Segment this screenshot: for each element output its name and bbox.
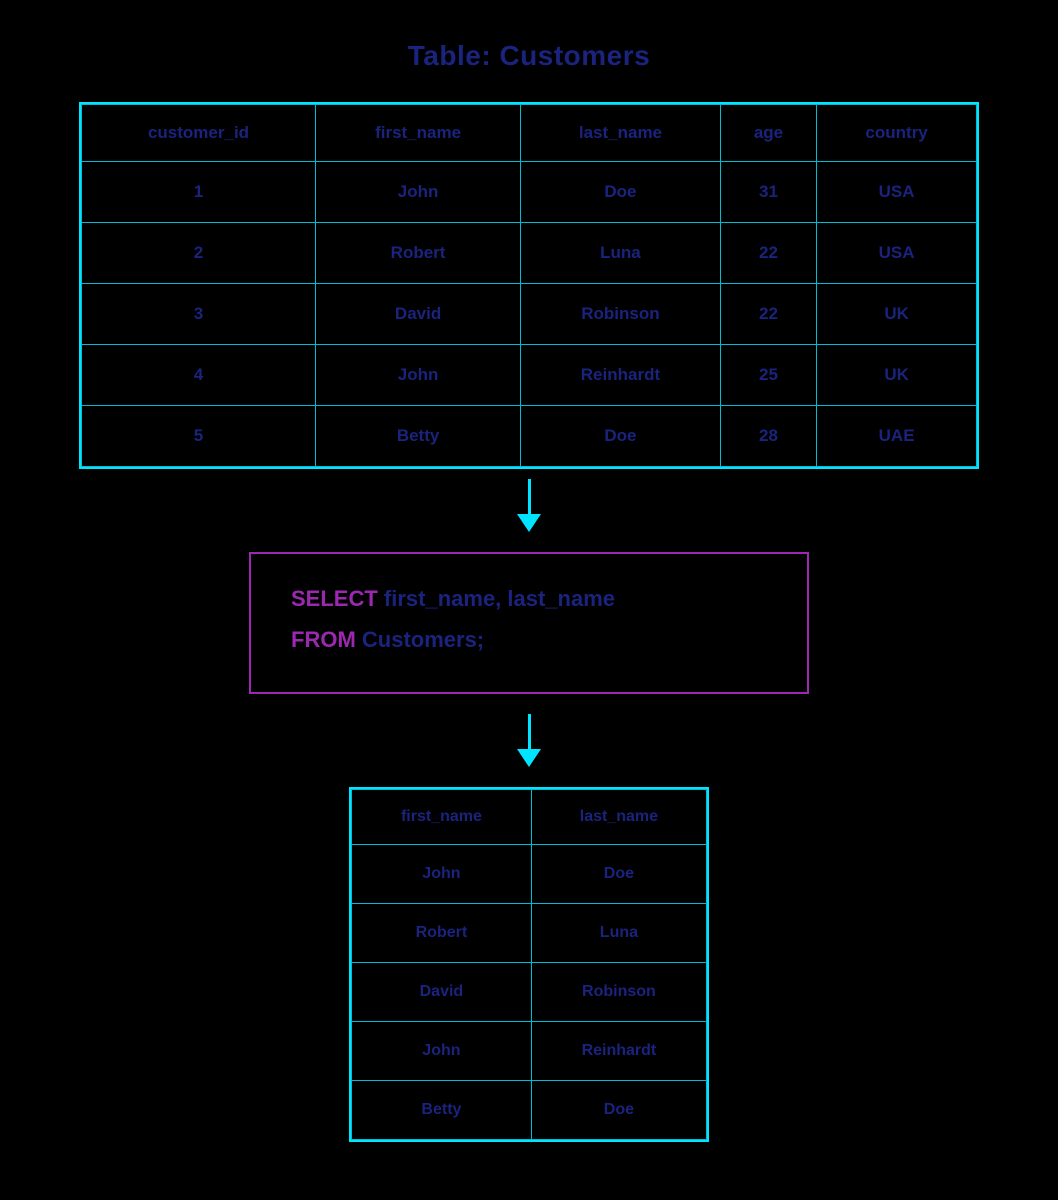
result-table-row: DavidRobinson — [352, 963, 707, 1022]
source-cell-r4-c3: 28 — [720, 406, 816, 467]
source-cell-r0-c0: 1 — [82, 162, 316, 223]
source-table-row: 5BettyDoe28UAE — [82, 406, 977, 467]
arrow-line-1 — [528, 479, 531, 514]
source-cell-r4-c4: UAE — [817, 406, 977, 467]
source-cell-r1-c2: Luna — [521, 223, 721, 284]
source-table-row: 2RobertLuna22USA — [82, 223, 977, 284]
result-cell-r4-c1: Doe — [531, 1081, 706, 1140]
source-cell-r2-c2: Robinson — [521, 284, 721, 345]
result-cell-r1-c1: Luna — [531, 904, 706, 963]
source-col-first_name: first_name — [316, 105, 521, 162]
result-table-header: first_namelast_name — [352, 790, 707, 845]
sql-keyword-from: FROM — [291, 627, 356, 652]
sql-line-2: FROM Customers; — [291, 623, 767, 656]
result-cell-r2-c0: David — [352, 963, 532, 1022]
source-cell-r1-c1: Robert — [316, 223, 521, 284]
source-cell-r2-c0: 3 — [82, 284, 316, 345]
arrow-head-2 — [517, 749, 541, 767]
source-cell-r0-c1: John — [316, 162, 521, 223]
source-cell-r3-c3: 25 — [720, 345, 816, 406]
source-cell-r3-c1: John — [316, 345, 521, 406]
result-cell-r2-c1: Robinson — [531, 963, 706, 1022]
source-cell-r4-c1: Betty — [316, 406, 521, 467]
source-table-row: 1JohnDoe31USA — [82, 162, 977, 223]
source-cell-r2-c4: UK — [817, 284, 977, 345]
result-cell-r1-c0: Robert — [352, 904, 532, 963]
result-col-first_name: first_name — [352, 790, 532, 845]
source-table-header: customer_idfirst_namelast_nameagecountry — [82, 105, 977, 162]
source-cell-r0-c2: Doe — [521, 162, 721, 223]
result-table-row: JohnReinhardt — [352, 1022, 707, 1081]
result-table-body: JohnDoeRobertLunaDavidRobinsonJohnReinha… — [352, 845, 707, 1140]
source-cell-r1-c3: 22 — [720, 223, 816, 284]
result-table-row: RobertLuna — [352, 904, 707, 963]
source-cell-r3-c2: Reinhardt — [521, 345, 721, 406]
source-col-last_name: last_name — [521, 105, 721, 162]
source-cell-r0-c3: 31 — [720, 162, 816, 223]
sql-rest-select: first_name, last_name — [378, 586, 615, 611]
arrow-head-1 — [517, 514, 541, 532]
sql-rest-from: Customers; — [356, 627, 484, 652]
source-cell-r2-c1: David — [316, 284, 521, 345]
source-table-row: 3DavidRobinson22UK — [82, 284, 977, 345]
sql-keyword-select: SELECT — [291, 586, 378, 611]
result-cell-r0-c0: John — [352, 845, 532, 904]
result-cell-r3-c1: Reinhardt — [531, 1022, 706, 1081]
result-table: first_namelast_name JohnDoeRobertLunaDav… — [349, 787, 709, 1142]
source-cell-r4-c0: 5 — [82, 406, 316, 467]
source-table: customer_idfirst_namelast_nameagecountry… — [79, 102, 979, 469]
source-cell-r1-c4: USA — [817, 223, 977, 284]
page-title: Table: Customers — [408, 40, 650, 72]
source-table-body: 1JohnDoe31USA2RobertLuna22USA3DavidRobin… — [82, 162, 977, 467]
arrow-down-1 — [517, 479, 541, 532]
arrow-line-2 — [528, 714, 531, 749]
result-table-row: BettyDoe — [352, 1081, 707, 1140]
source-col-country: country — [817, 105, 977, 162]
source-cell-r3-c4: UK — [817, 345, 977, 406]
result-cell-r0-c1: Doe — [531, 845, 706, 904]
result-cell-r4-c0: Betty — [352, 1081, 532, 1140]
result-cell-r3-c0: John — [352, 1022, 532, 1081]
sql-line-1: SELECT first_name, last_name — [291, 582, 767, 615]
source-col-age: age — [720, 105, 816, 162]
source-cell-r2-c3: 22 — [720, 284, 816, 345]
source-col-customer_id: customer_id — [82, 105, 316, 162]
arrow-down-2 — [517, 714, 541, 767]
source-cell-r0-c4: USA — [817, 162, 977, 223]
source-cell-r3-c0: 4 — [82, 345, 316, 406]
source-cell-r1-c0: 2 — [82, 223, 316, 284]
source-table-row: 4JohnReinhardt25UK — [82, 345, 977, 406]
result-table-row: JohnDoe — [352, 845, 707, 904]
source-cell-r4-c2: Doe — [521, 406, 721, 467]
result-col-last_name: last_name — [531, 790, 706, 845]
sql-query-box: SELECT first_name, last_name FROM Custom… — [249, 552, 809, 694]
